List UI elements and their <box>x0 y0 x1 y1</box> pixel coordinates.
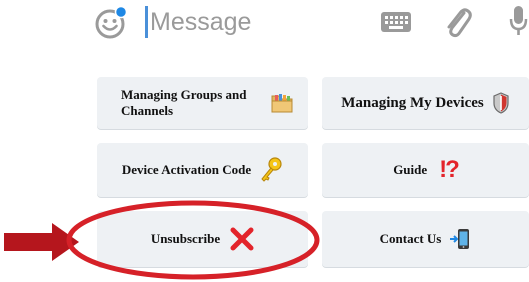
button-label: Guide <box>393 162 428 177</box>
screen: Managing Groups and Channels Managing My… <box>0 0 529 282</box>
unsubscribe-button[interactable]: Unsubscribe <box>97 211 308 267</box>
shield-icon <box>492 92 510 114</box>
device-activation-code-button[interactable]: Device Activation Code <box>97 143 308 197</box>
managing-my-devices-button[interactable]: Managing My Devices <box>322 77 529 129</box>
keyboard-icon <box>381 12 411 32</box>
key-icon <box>259 157 283 183</box>
button-label: Managing My Devices <box>341 94 484 111</box>
smiley-face-icon <box>95 6 128 39</box>
cross-mark-icon <box>230 227 254 251</box>
guide-button[interactable]: Guide !? <box>322 143 529 197</box>
exclamation-question-icon: !? <box>439 156 460 183</box>
folder-icon <box>269 91 295 115</box>
keyboard-toggle-button[interactable] <box>380 10 412 34</box>
text-caret <box>145 6 148 38</box>
managing-groups-and-channels-button[interactable]: Managing Groups and Channels <box>97 77 308 129</box>
paperclip-icon <box>447 8 472 38</box>
message-input[interactable] <box>150 3 360 41</box>
phone-arrow-icon <box>449 227 471 251</box>
button-label: Managing Groups and Channels <box>121 87 247 118</box>
microphone-button[interactable] <box>508 4 529 40</box>
button-label: Contact Us <box>379 231 442 246</box>
button-label: Unsubscribe <box>150 231 221 246</box>
highlight-arrow <box>4 222 80 262</box>
microphone-icon <box>509 6 528 35</box>
message-bar <box>0 0 529 46</box>
contact-us-button[interactable]: Contact Us <box>322 211 529 267</box>
button-label: Device Activation Code <box>121 162 252 177</box>
emoji-button[interactable] <box>94 6 128 40</box>
attach-button[interactable] <box>440 4 474 40</box>
